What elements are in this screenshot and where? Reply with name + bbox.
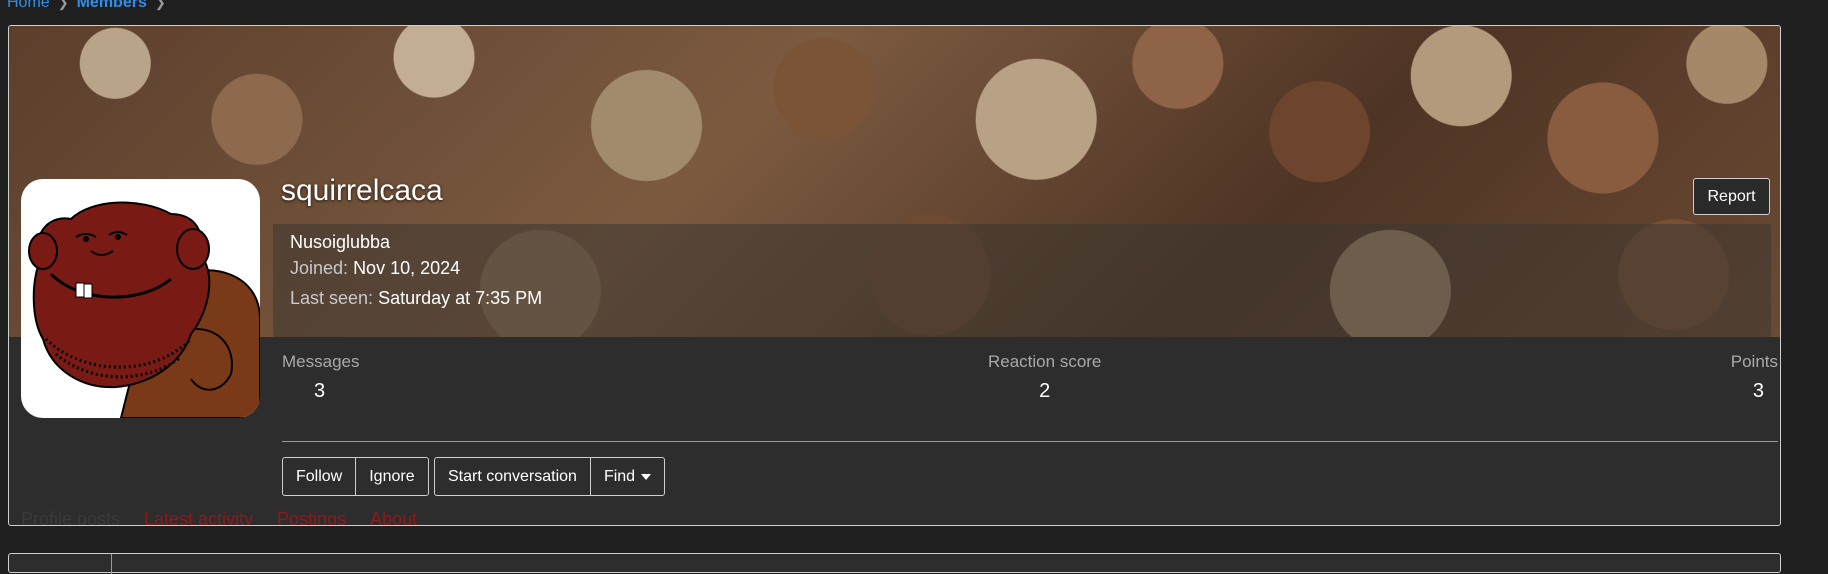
stat-value: 3 xyxy=(1752,380,1764,402)
find-label: Find xyxy=(603,467,636,485)
tab-postings[interactable]: Postings xyxy=(277,509,346,525)
joined-info: Joined: Nov 10, 2024 xyxy=(290,258,460,279)
breadcrumb-home-link[interactable]: Home xyxy=(7,0,50,12)
profile-tabs: Profile posts Latest activity Postings A… xyxy=(21,509,417,525)
chevron-right-icon: ❯ xyxy=(57,0,69,10)
report-button[interactable]: Report xyxy=(1693,178,1770,215)
conversation-find-group: Start conversation Find xyxy=(434,457,666,496)
stat-label: Points xyxy=(1730,352,1778,371)
follow-button[interactable]: Follow xyxy=(283,458,355,495)
stat-label: Reaction score xyxy=(988,352,1102,371)
follow-ignore-group: Follow Ignore xyxy=(282,457,429,496)
breadcrumb: Home ❯ Members ❯ xyxy=(7,0,166,12)
ignore-button[interactable]: Ignore xyxy=(355,458,427,495)
tab-profile-posts[interactable]: Profile posts xyxy=(21,509,120,525)
user-title: Nusoiglubba xyxy=(290,232,391,252)
caret-down-icon xyxy=(641,473,652,480)
stat-value: 3 xyxy=(314,380,326,402)
member-profile-block: squirrelcaca Report Nusoiglubba Joined: … xyxy=(8,25,1781,526)
start-conversation-button[interactable]: Start conversation xyxy=(435,458,590,495)
joined-value: Nov 10, 2024 xyxy=(353,258,461,278)
stat-reaction-score: Reaction score 2 xyxy=(988,352,1101,403)
panel-divider xyxy=(111,554,112,574)
banner-info-overlay xyxy=(273,224,1771,337)
profile-posts-panel xyxy=(8,553,1781,574)
find-button[interactable]: Find xyxy=(589,458,664,495)
breadcrumb-members-link[interactable]: Members xyxy=(77,0,147,12)
last-seen-label: Last seen: xyxy=(290,288,374,308)
joined-label: Joined: xyxy=(290,258,349,278)
tab-about[interactable]: About xyxy=(370,509,417,525)
avatar-image xyxy=(28,201,260,418)
stat-points: Points 3 xyxy=(1731,352,1778,403)
stat-label: Messages xyxy=(282,352,360,371)
member-stats: Messages 3 Reaction score 2 Points 3 xyxy=(282,352,1778,442)
stat-value: 2 xyxy=(1039,380,1051,402)
stat-messages[interactable]: Messages 3 xyxy=(282,352,359,403)
avatar[interactable] xyxy=(21,179,260,418)
chevron-right-icon: ❯ xyxy=(154,0,166,10)
username: squirrelcaca xyxy=(281,174,443,207)
last-seen-info: Last seen: Saturday at 7:35 PM xyxy=(290,288,542,309)
tab-latest-activity[interactable]: Latest activity xyxy=(144,509,253,525)
last-seen-value[interactable]: Saturday at 7:35 PM xyxy=(378,288,542,308)
